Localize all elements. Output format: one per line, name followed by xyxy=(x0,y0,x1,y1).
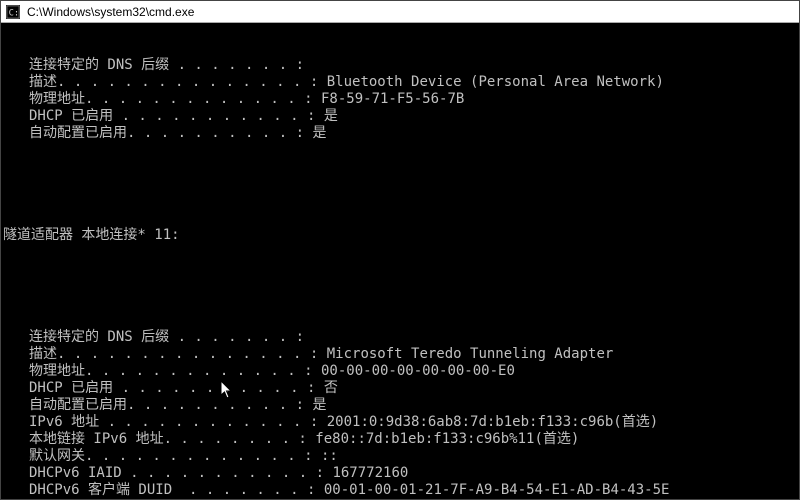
field-label: 描述. . . . . . . . . . . . . . . : xyxy=(3,346,318,363)
field-value: 00-00-00-00-00-00-00-E0 xyxy=(313,363,515,380)
field-value: 00-01-00-01-21-7F-A9-B4-54-E1-AD-B4-43-5… xyxy=(315,482,669,499)
output-row: 本地链接 IPv6 地址. . . . . . . . : fe80::7d:b… xyxy=(3,431,797,448)
blank-line xyxy=(3,278,797,295)
output-row: IPv6 地址 . . . . . . . . . . . . : 2001:0… xyxy=(3,414,797,431)
field-label: 连接特定的 DNS 后缀 . . . . . . . : xyxy=(3,57,304,74)
field-label: 物理地址. . . . . . . . . . . . . : xyxy=(3,91,313,108)
field-label: 自动配置已启用. . . . . . . . . . : xyxy=(3,125,304,142)
output-row: 连接特定的 DNS 后缀 . . . . . . . : xyxy=(3,57,797,74)
field-label: DHCPv6 客户端 DUID . . . . . . . : xyxy=(3,482,315,499)
svg-text:C:: C: xyxy=(9,8,20,18)
output-row: 描述. . . . . . . . . . . . . . . : Micros… xyxy=(3,346,797,363)
field-label: 连接特定的 DNS 后缀 . . . . . . . : xyxy=(3,329,304,346)
field-label: 物理地址. . . . . . . . . . . . . : xyxy=(3,363,313,380)
field-label: IPv6 地址 . . . . . . . . . . . . : xyxy=(3,414,318,431)
output-row: DHCPv6 客户端 DUID . . . . . . . : 00-01-00… xyxy=(3,482,797,499)
output-row: 默认网关. . . . . . . . . . . . . : :: xyxy=(3,448,797,465)
adapter-header: 隧道适配器 本地连接* 11: xyxy=(3,227,797,244)
output-row: 自动配置已启用. . . . . . . . . . : 是 xyxy=(3,125,797,142)
output-row: 描述. . . . . . . . . . . . . . . : Blueto… xyxy=(3,74,797,91)
cmd-window: C: C:\Windows\system32\cmd.exe 连接特定的 DNS… xyxy=(0,0,800,500)
output-row: 连接特定的 DNS 后缀 . . . . . . . : xyxy=(3,329,797,346)
field-value: Microsoft Teredo Tunneling Adapter xyxy=(318,346,613,363)
output-row: DHCP 已启用 . . . . . . . . . . . : 否 xyxy=(3,380,797,397)
cmd-icon: C: xyxy=(5,4,21,20)
field-value: 2001:0:9d38:6ab8:7d:b1eb:f133:c96b(首选) xyxy=(318,414,658,431)
output-row: 自动配置已启用. . . . . . . . . . : 是 xyxy=(3,397,797,414)
field-value: 是 xyxy=(304,125,326,142)
field-value: Bluetooth Device (Personal Area Network) xyxy=(318,74,664,91)
field-value: :: xyxy=(313,448,338,465)
field-label: 默认网关. . . . . . . . . . . . . : xyxy=(3,448,313,465)
field-value: 167772160 xyxy=(324,465,408,482)
blank-line xyxy=(3,176,797,193)
field-value: fe80::7d:b1eb:f133:c96b%11(首选) xyxy=(307,431,579,448)
output-row: DHCPv6 IAID . . . . . . . . . . . : 1677… xyxy=(3,465,797,482)
field-label: 描述. . . . . . . . . . . . . . . : xyxy=(3,74,318,91)
field-value: 是 xyxy=(315,108,337,125)
field-value: 否 xyxy=(315,380,337,397)
output-row: 物理地址. . . . . . . . . . . . . : F8-59-71… xyxy=(3,91,797,108)
terminal-output[interactable]: 连接特定的 DNS 后缀 . . . . . . . :描述. . . . . … xyxy=(1,23,799,499)
field-label: DHCP 已启用 . . . . . . . . . . . : xyxy=(3,108,315,125)
field-label: DHCPv6 IAID . . . . . . . . . . . : xyxy=(3,465,324,482)
field-value: 是 xyxy=(304,397,326,414)
field-label: DHCP 已启用 . . . . . . . . . . . : xyxy=(3,380,315,397)
titlebar[interactable]: C: C:\Windows\system32\cmd.exe xyxy=(1,1,799,23)
field-label: 自动配置已启用. . . . . . . . . . : xyxy=(3,397,304,414)
window-title: C:\Windows\system32\cmd.exe xyxy=(27,5,194,19)
field-value: F8-59-71-F5-56-7B xyxy=(313,91,465,108)
field-label: 本地链接 IPv6 地址. . . . . . . . : xyxy=(3,431,307,448)
output-row: 物理地址. . . . . . . . . . . . . : 00-00-00… xyxy=(3,363,797,380)
output-row: DHCP 已启用 . . . . . . . . . . . : 是 xyxy=(3,108,797,125)
